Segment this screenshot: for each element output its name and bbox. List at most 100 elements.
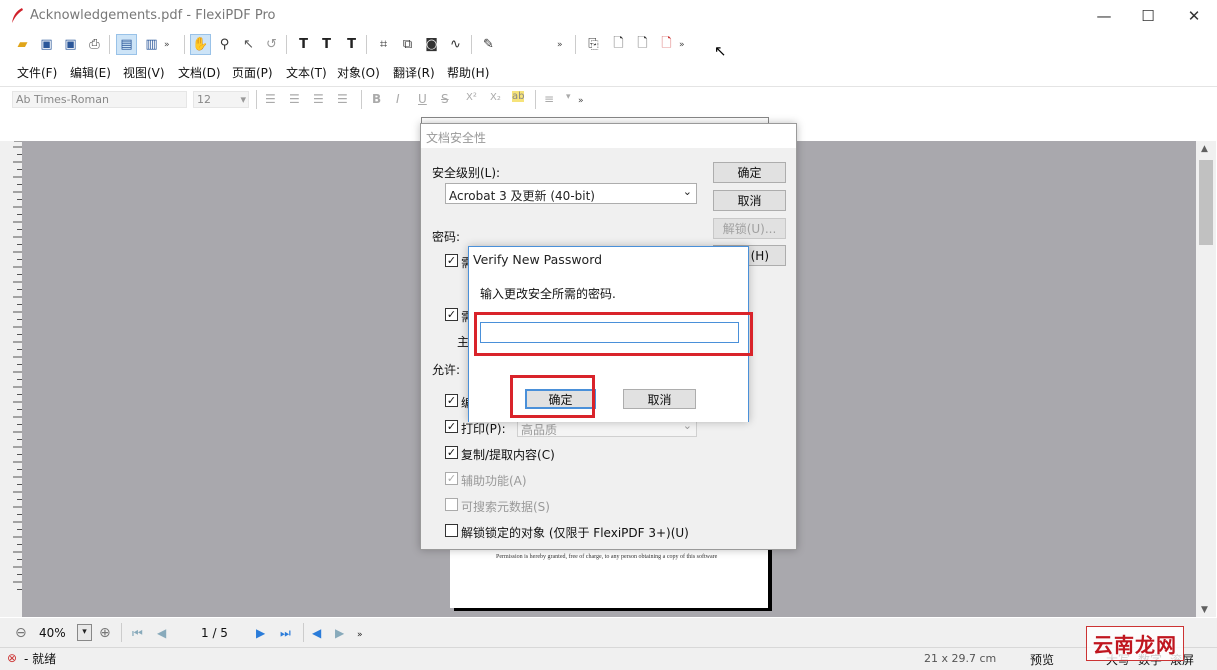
security-cancel-button[interactable]: 取消 — [713, 190, 786, 211]
more-chevron-icon[interactable]: » — [164, 40, 170, 50]
dialog-title: Verify New Password — [473, 252, 603, 267]
font-name-select[interactable]: Ab Times-Roman — [12, 91, 187, 108]
copy-extract-checkbox[interactable]: ✓ — [445, 446, 458, 459]
line-spacing-icon[interactable]: ≡ — [544, 92, 554, 106]
menu-help[interactable]: 帮助(H) — [447, 64, 489, 81]
menu-file[interactable]: 文件(F) — [17, 64, 57, 81]
text-tool-icon[interactable]: T — [293, 34, 314, 55]
align-justify-icon[interactable]: ☰ — [337, 92, 348, 106]
scroll-up-icon[interactable]: ▲ — [1201, 144, 1208, 154]
page-indicator[interactable]: 1 / 5 — [201, 626, 228, 640]
strikethrough-icon[interactable]: S — [441, 92, 449, 106]
print-checkbox[interactable]: ✓ — [445, 420, 458, 433]
minimize-icon: — — [1096, 6, 1112, 25]
subscript-icon[interactable]: X₂ — [490, 92, 501, 103]
first-page-icon[interactable]: ⏮ — [132, 626, 143, 641]
zoom-in-icon[interactable]: ⊕ — [99, 625, 111, 641]
edit-checkbox[interactable]: ✓ — [445, 394, 458, 407]
zoom-level[interactable]: 40% — [39, 626, 66, 640]
chevron-down-icon: ⌄ — [682, 185, 692, 198]
status-text: - 就绪 — [24, 652, 57, 666]
print-label: 打印(P): — [461, 422, 506, 436]
allow-section-label: 允许: — [432, 363, 461, 377]
text-vertical-icon[interactable]: T — [341, 34, 362, 55]
zoom-out-icon[interactable]: ⊖ — [15, 625, 27, 641]
page-size: 21 x 29.7 cm — [924, 652, 997, 665]
image-icon[interactable]: ⧉ — [397, 34, 418, 55]
watermark-logo: 云南龙网 — [1086, 626, 1184, 661]
menu-view[interactable]: 视图(V) — [123, 64, 165, 81]
more-chevron-icon[interactable]: » — [557, 40, 563, 50]
print-quality-value: 高品质 — [521, 423, 558, 437]
security-ok-button[interactable]: 确定 — [713, 162, 786, 183]
save-as-icon[interactable]: ▣ — [60, 34, 81, 55]
new-page-icon[interactable]: 🗋 — [608, 34, 629, 55]
align-left-icon[interactable]: ☰ — [265, 92, 276, 106]
chevron-down-icon[interactable]: ▾ — [566, 92, 571, 102]
security-level-select[interactable]: Acrobat 3 及更新 (40-bit) ⌄ — [445, 183, 697, 204]
scrollbar-thumb[interactable] — [1199, 160, 1213, 245]
zoom-tool-icon[interactable]: ⚲ — [214, 34, 235, 55]
hand-tool-icon[interactable]: ✋ — [190, 34, 211, 55]
align-center-icon[interactable]: ☰ — [289, 92, 300, 106]
unlock-objects-checkbox[interactable] — [445, 524, 458, 537]
unlock-button[interactable]: 解锁(U)... — [713, 218, 786, 239]
input-highlight-box — [474, 312, 753, 356]
menu-page[interactable]: 页面(P) — [232, 64, 273, 81]
align-right-icon[interactable]: ☰ — [313, 92, 324, 106]
edit-page-icon[interactable]: 🗋 — [632, 34, 653, 55]
page-view-icon[interactable]: ▤ — [116, 34, 137, 55]
app-logo-icon — [12, 8, 23, 23]
minimize-button[interactable]: — — [1081, 0, 1127, 31]
require-open-password-checkbox[interactable]: ✓ — [445, 254, 458, 267]
menu-edit[interactable]: 编辑(E) — [70, 64, 111, 81]
close-window-button[interactable]: ✕ — [1171, 0, 1217, 31]
text-add-icon[interactable]: T — [316, 34, 337, 55]
page-text-line: Permission is hereby granted, free of ch… — [496, 554, 718, 560]
page-settings-icon[interactable]: ⎘ — [583, 34, 604, 55]
maximize-icon: ☐ — [1141, 6, 1155, 25]
back-icon[interactable]: ◀ — [312, 626, 321, 640]
menu-text[interactable]: 文本(T) — [286, 64, 327, 81]
verify-cancel-button[interactable]: 取消 — [623, 389, 696, 409]
menu-document[interactable]: 文档(D) — [178, 64, 221, 81]
panel-icon[interactable]: ▥ — [141, 34, 162, 55]
accessibility-checkbox[interactable]: ✓ — [445, 472, 458, 485]
password-section-label: 密码: — [432, 230, 461, 244]
more-chevron-icon[interactable]: » — [578, 96, 584, 106]
open-folder-icon[interactable]: ▰ — [12, 34, 33, 55]
mouse-cursor-icon: ↖ — [714, 42, 727, 60]
eyedropper-icon[interactable]: ✎ — [478, 34, 499, 55]
maximize-button[interactable]: ☐ — [1125, 0, 1171, 31]
rotate-icon[interactable]: ↺ — [261, 34, 282, 55]
unlock-objects-label: 解锁锁定的对象 (仅限于 FlexiPDF 3+)(U) — [461, 526, 689, 540]
forward-icon[interactable]: ▶ — [335, 626, 344, 640]
save-icon[interactable]: ▣ — [36, 34, 57, 55]
scroll-down-icon[interactable]: ▼ — [1201, 605, 1208, 615]
require-permissions-password-checkbox[interactable]: ✓ — [445, 308, 458, 321]
menu-object[interactable]: 对象(O) — [337, 64, 380, 81]
prev-page-icon[interactable]: ◀ — [157, 626, 166, 640]
crop-icon[interactable]: ⌗ — [373, 34, 394, 55]
zoom-dropdown-button[interactable]: ▾ — [77, 624, 92, 641]
menu-translate[interactable]: 翻译(R) — [393, 64, 435, 81]
next-page-icon[interactable]: ▶ — [256, 626, 265, 640]
print-icon[interactable]: ⎙ — [84, 34, 105, 55]
security-level-value: Acrobat 3 及更新 (40-bit) — [449, 189, 595, 203]
last-page-icon[interactable]: ⏭ — [280, 626, 291, 641]
preview-mode[interactable]: 预览 — [1030, 651, 1054, 668]
superscript-icon[interactable]: X² — [466, 92, 477, 103]
searchable-metadata-checkbox[interactable] — [445, 498, 458, 511]
italic-icon[interactable]: I — [396, 92, 400, 106]
font-size-select[interactable]: 12 ▾ — [193, 91, 249, 108]
chevron-down-icon: ▾ — [240, 93, 246, 106]
highlight-icon[interactable]: ab — [512, 91, 525, 102]
underline-icon[interactable]: U — [418, 92, 427, 106]
camera-icon[interactable]: ◙ — [421, 34, 442, 55]
bold-icon[interactable]: B — [372, 92, 381, 106]
delete-page-icon[interactable]: 🗋 — [656, 34, 677, 55]
more-chevron-icon[interactable]: » — [357, 630, 363, 640]
select-arrow-icon[interactable]: ↖ — [238, 34, 259, 55]
more-chevron-icon[interactable]: » — [679, 40, 685, 50]
curve-icon[interactable]: ∿ — [445, 34, 466, 55]
